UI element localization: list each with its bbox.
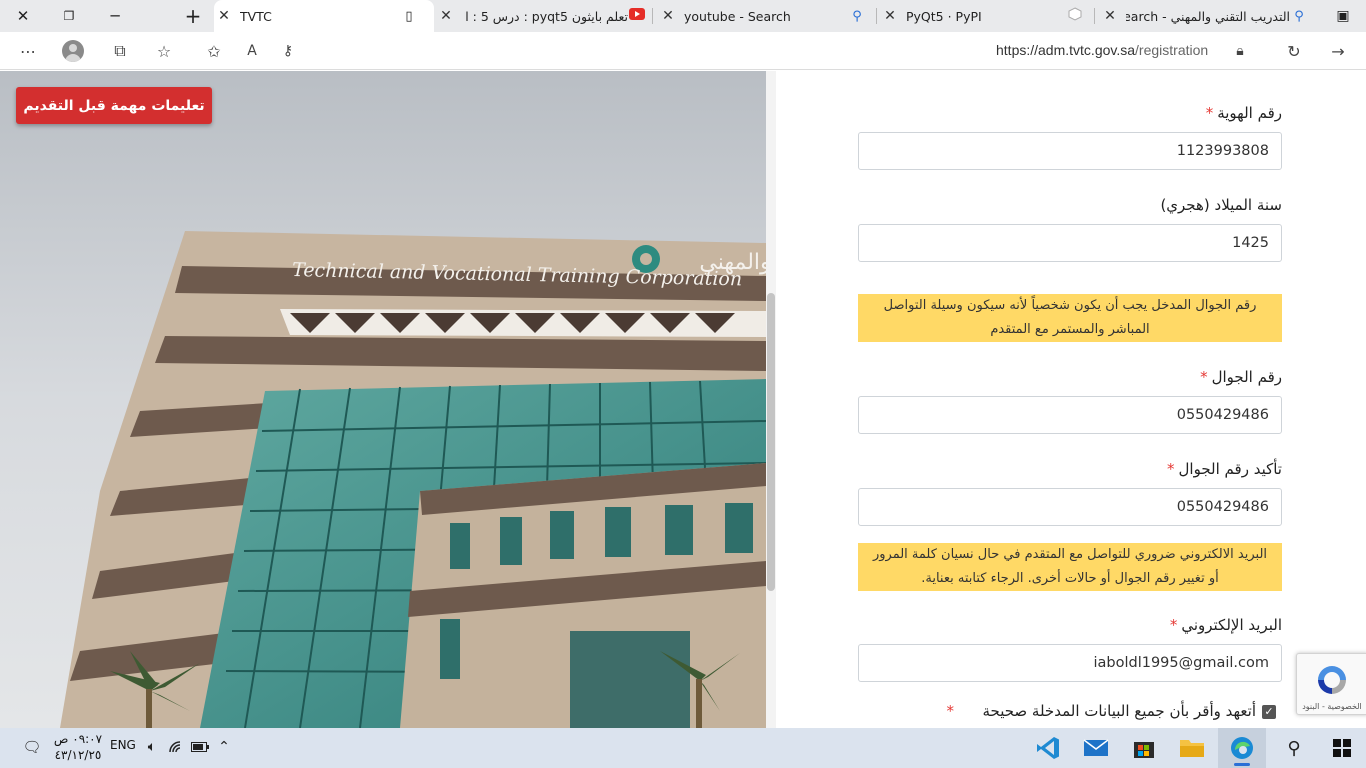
show-hidden-icons-icon[interactable]: ⌃ bbox=[214, 737, 234, 757]
required-mark: * bbox=[1169, 616, 1178, 634]
search-icon: ⚲ bbox=[852, 8, 862, 24]
tab-pyqt5-lesson[interactable]: ✕ تعلم بايثون pyqt5 : درس 5 : الـ bbox=[436, 0, 650, 32]
url-field[interactable]: https://adm.tvtc.gov.sa/registration bbox=[996, 42, 1208, 58]
wifi-icon[interactable] bbox=[166, 737, 186, 757]
vscode-icon bbox=[1037, 737, 1059, 759]
building-sign-arabic: والمهني bbox=[699, 250, 766, 275]
tab-pyqt5-pypi[interactable]: ✕ PyQt5 · PyPI bbox=[880, 0, 1090, 32]
agreement-row: ✓ أتعهد وأقر بأن جميع البيانات المدخلة ص… bbox=[860, 702, 1284, 724]
search-icon[interactable]: ⚲ bbox=[1270, 728, 1318, 768]
file-explorer-app[interactable] bbox=[1168, 728, 1216, 768]
tab-title: youtube - Search bbox=[684, 8, 791, 24]
youtube-icon bbox=[628, 8, 646, 24]
mobile-label: رقم الجوال* bbox=[1200, 368, 1282, 386]
url-path: /registration bbox=[1135, 42, 1209, 58]
agreement-text: أتعهد وأقر بأن جميع البيانات المدخلة صحي… bbox=[982, 702, 1256, 720]
scrollbar-thumb[interactable] bbox=[767, 293, 775, 591]
id-number-label-text: رقم الهوية bbox=[1217, 104, 1282, 122]
tab-close-icon[interactable]: ✕ bbox=[658, 8, 678, 24]
lock-icon[interactable]: 🔒︎ bbox=[1226, 38, 1254, 64]
language-indicator[interactable]: ENG bbox=[110, 738, 136, 752]
notifications-icon[interactable]: 🗨︎ bbox=[22, 737, 42, 757]
tab-tvtc-search[interactable]: ✕ التدريب التقني والمهني - Search ⚲ bbox=[1100, 0, 1310, 32]
id-number-input[interactable] bbox=[858, 132, 1282, 170]
volume-icon[interactable]: 🔈︎ bbox=[142, 737, 162, 757]
add-favorite-icon[interactable]: ✩ bbox=[200, 38, 228, 64]
required-mark: * bbox=[1167, 460, 1175, 478]
email-input[interactable] bbox=[858, 644, 1282, 682]
tab-separator bbox=[876, 8, 877, 24]
tab-youtube-search[interactable]: ✕ youtube - Search ⚲ bbox=[658, 0, 872, 32]
forward-icon[interactable]: → bbox=[1324, 38, 1352, 64]
email-label: البريد الإلكتروني* bbox=[1170, 616, 1282, 634]
tab-title: تعلم بايثون pyqt5 : درس 5 : الـ bbox=[464, 8, 628, 24]
tab-close-icon[interactable]: ✕ bbox=[880, 8, 900, 24]
birth-year-label: سنة الميلاد (هجري) bbox=[1160, 196, 1282, 214]
clock-time: ٠٩:٠٧ ص bbox=[53, 732, 103, 746]
browser-tab-strip: ✕ ❐ ─ + ✕ TVTC ▯ ✕ تعلم بايثون pyqt5 : د… bbox=[0, 0, 1366, 32]
start-button[interactable] bbox=[1318, 728, 1366, 768]
recaptcha-links[interactable]: الخصوصية - البنود bbox=[1297, 702, 1366, 711]
document-icon: ▯ bbox=[405, 8, 413, 24]
folder-icon bbox=[1180, 740, 1204, 757]
mobile-input[interactable] bbox=[858, 396, 1282, 434]
address-bar: ⋯ ⧉ ☆ ✩ A ⚷ https://adm.tvtc.gov.sa/regi… bbox=[0, 32, 1366, 70]
email-label-text: البريد الإلكتروني bbox=[1181, 616, 1282, 634]
store-icon bbox=[1134, 742, 1154, 758]
restore-window-icon[interactable]: ❐ bbox=[46, 0, 92, 32]
mail-app[interactable] bbox=[1072, 728, 1120, 768]
profile-avatar[interactable] bbox=[62, 40, 84, 62]
birth-year-input[interactable] bbox=[858, 224, 1282, 262]
page-content: Technical and Vocational Training Corpor… bbox=[0, 71, 1366, 728]
tab-separator bbox=[1094, 8, 1095, 24]
tab-title: TVTC bbox=[240, 8, 272, 24]
edge-app[interactable] bbox=[1218, 728, 1266, 768]
collections-icon[interactable]: ⧉ bbox=[106, 38, 134, 64]
required-mark: * bbox=[1200, 368, 1208, 386]
windows-taskbar: 🗨︎ ٠٩:٠٧ ص ٤٣/١٢/٢٥ ENG 🔈︎ ⌃ ⚲ bbox=[0, 728, 1366, 768]
required-mark: * bbox=[1205, 104, 1214, 122]
tab-title: التدريب التقني والمهني - Search bbox=[1126, 8, 1290, 24]
more-options-icon[interactable]: ⋯ bbox=[14, 38, 42, 64]
store-app[interactable] bbox=[1120, 728, 1168, 768]
refresh-icon[interactable]: ↻ bbox=[1280, 38, 1308, 64]
building-photo: Technical and Vocational Training Corpor… bbox=[0, 71, 766, 728]
mail-icon bbox=[1083, 739, 1109, 756]
mobile-confirm-label-text: تأكيد رقم الجوال bbox=[1178, 460, 1282, 478]
tab-close-icon[interactable]: ✕ bbox=[214, 8, 234, 24]
tab-title: PyQt5 · PyPI bbox=[906, 8, 982, 24]
recaptcha-badge[interactable]: الخصوصية - البنود bbox=[1296, 653, 1366, 715]
mobile-confirm-input[interactable] bbox=[858, 488, 1282, 526]
vscode-app[interactable] bbox=[1024, 728, 1072, 768]
battery-icon[interactable] bbox=[190, 737, 210, 757]
minimize-window-icon[interactable]: ─ bbox=[92, 0, 138, 32]
important-instructions-button[interactable]: تعليمات مهمة قبل التقديم bbox=[16, 87, 212, 124]
pypi-icon bbox=[1066, 7, 1084, 25]
tab-tvtc[interactable]: ✕ TVTC ▯ bbox=[214, 0, 434, 32]
mobile-label-text: رقم الجوال bbox=[1211, 368, 1282, 386]
url-host: https://adm.tvtc.gov.sa bbox=[996, 42, 1136, 58]
close-window-icon[interactable]: ✕ bbox=[0, 0, 46, 32]
tab-close-icon[interactable]: ✕ bbox=[436, 8, 456, 24]
search-icon: ⚲ bbox=[1294, 8, 1304, 24]
id-number-label: رقم الهوية* bbox=[1206, 104, 1282, 122]
key-icon[interactable]: ⚷ bbox=[274, 38, 302, 64]
clock-date: ٤٣/١٢/٢٥ bbox=[54, 748, 102, 762]
edge-icon bbox=[1231, 737, 1253, 759]
email-notice-alert: البريد الالكتروني ضروري للتواصل مع المتق… bbox=[858, 543, 1282, 591]
new-tab-icon[interactable]: + bbox=[170, 0, 216, 32]
tab-close-icon[interactable]: ✕ bbox=[1100, 8, 1120, 24]
mobile-confirm-label: تأكيد رقم الجوال* bbox=[1167, 460, 1282, 478]
windows-start-icon bbox=[1333, 739, 1351, 757]
tab-actions-icon[interactable]: ▣ bbox=[1320, 0, 1366, 32]
recaptcha-icon bbox=[1318, 666, 1346, 694]
required-mark: * bbox=[946, 702, 955, 720]
favorites-icon[interactable]: ☆ bbox=[150, 38, 178, 64]
tab-separator bbox=[652, 8, 653, 24]
agreement-checkbox[interactable]: ✓ bbox=[1262, 705, 1276, 719]
mobile-notice-alert: رقم الجوال المدخل يجب أن يكون شخصياً لأن… bbox=[858, 294, 1282, 342]
read-aloud-icon[interactable]: A bbox=[238, 38, 266, 64]
clock[interactable]: ٠٩:٠٧ ص ٤٣/١٢/٢٥ bbox=[52, 731, 104, 763]
